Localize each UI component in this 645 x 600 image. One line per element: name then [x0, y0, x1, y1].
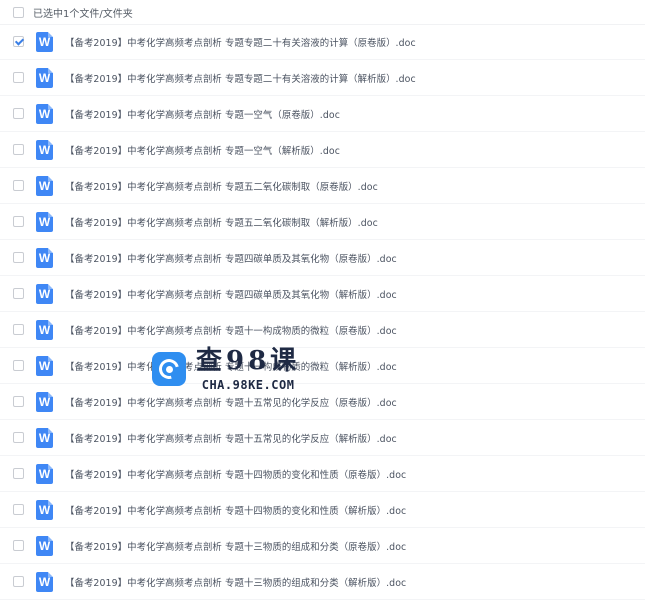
watermark-url: CHA.98KE.COM	[201, 378, 295, 392]
file-name[interactable]: 【备考2019】中考化学高频考点剖析 专题十五常见的化学反应（解析版）.doc	[65, 431, 397, 445]
word-doc-icon: W	[36, 535, 53, 556]
word-doc-icon: W	[36, 499, 53, 520]
word-doc-icon: W	[36, 175, 53, 196]
file-checkbox[interactable]	[13, 144, 24, 155]
file-name[interactable]: 【备考2019】中考化学高频考点剖析 专题四碳单质及其氧化物（解析版）.doc	[65, 287, 397, 301]
file-checkbox[interactable]	[13, 180, 24, 191]
file-name[interactable]: 【备考2019】中考化学高频考点剖析 专题五二氧化碳制取（解析版）.doc	[65, 215, 378, 229]
file-row[interactable]: W 【备考2019】中考化学高频考点剖析 专题十四物质的变化和性质（原卷版）.do…	[0, 456, 645, 492]
file-name[interactable]: 【备考2019】中考化学高频考点剖析 专题十四物质的变化和性质（原卷版）.doc	[65, 467, 406, 481]
file-checkbox[interactable]	[13, 576, 24, 587]
file-checkbox[interactable]	[13, 72, 24, 83]
file-row[interactable]: W 【备考2019】中考化学高频考点剖析 专题十一构成物质的微粒（解析版）.doc	[0, 348, 645, 384]
watermark: 查98课 CHA.98KE.COM	[152, 346, 300, 392]
file-checkbox[interactable]	[13, 36, 24, 47]
file-checkbox[interactable]	[13, 288, 24, 299]
file-checkbox[interactable]	[13, 252, 24, 263]
file-row[interactable]: W 【备考2019】中考化学高频考点剖析 专题四碳单质及其氧化物（解析版）.doc	[0, 276, 645, 312]
word-doc-icon: W	[36, 391, 53, 412]
word-doc-icon: W	[36, 31, 53, 52]
file-name[interactable]: 【备考2019】中考化学高频考点剖析 专题专题二十有关溶液的计算（原卷版）.do…	[65, 35, 416, 49]
word-doc-icon: W	[36, 571, 53, 592]
file-checkbox[interactable]	[13, 432, 24, 443]
file-row[interactable]: W 【备考2019】中考化学高频考点剖析 专题一空气（解析版）.doc	[0, 132, 645, 168]
file-list: W 【备考2019】中考化学高频考点剖析 专题专题二十有关溶液的计算（原卷版）.d…	[0, 24, 645, 600]
file-row[interactable]: W 【备考2019】中考化学高频考点剖析 专题十一构成物质的微粒（原卷版）.doc	[0, 312, 645, 348]
word-doc-icon: W	[36, 355, 53, 376]
file-checkbox[interactable]	[13, 468, 24, 479]
file-row[interactable]: W 【备考2019】中考化学高频考点剖析 专题五二氧化碳制取（解析版）.doc	[0, 204, 645, 240]
file-row[interactable]: W 【备考2019】中考化学高频考点剖析 专题专题二十有关溶液的计算（原卷版）.d…	[0, 24, 645, 60]
word-doc-icon: W	[36, 463, 53, 484]
file-row[interactable]: W 【备考2019】中考化学高频考点剖析 专题十五常见的化学反应（解析版）.doc	[0, 420, 645, 456]
file-checkbox[interactable]	[13, 108, 24, 119]
selection-status-text: 已选中1个文件/文件夹	[33, 8, 133, 20]
file-checkbox[interactable]	[13, 360, 24, 371]
file-checkbox[interactable]	[13, 540, 24, 551]
file-row[interactable]: W 【备考2019】中考化学高频考点剖析 专题十五常见的化学反应（原卷版）.doc	[0, 384, 645, 420]
file-checkbox[interactable]	[13, 504, 24, 515]
file-name[interactable]: 【备考2019】中考化学高频考点剖析 专题十三物质的组成和分类（原卷版）.doc	[65, 539, 406, 553]
file-row[interactable]: W 【备考2019】中考化学高频考点剖析 专题专题二十有关溶液的计算（解析版）.d…	[0, 60, 645, 96]
file-row[interactable]: W 【备考2019】中考化学高频考点剖析 专题五二氧化碳制取（原卷版）.doc	[0, 168, 645, 204]
file-name[interactable]: 【备考2019】中考化学高频考点剖析 专题专题二十有关溶液的计算（解析版）.do…	[65, 71, 416, 85]
word-doc-icon: W	[36, 103, 53, 124]
file-row[interactable]: W 【备考2019】中考化学高频考点剖析 专题十三物质的组成和分类（解析版）.do…	[0, 564, 645, 600]
file-name[interactable]: 【备考2019】中考化学高频考点剖析 专题一空气（原卷版）.doc	[65, 107, 340, 121]
file-name[interactable]: 【备考2019】中考化学高频考点剖析 专题十五常见的化学反应（原卷版）.doc	[65, 395, 397, 409]
word-doc-icon: W	[36, 211, 53, 232]
word-doc-icon: W	[36, 139, 53, 160]
file-row[interactable]: W 【备考2019】中考化学高频考点剖析 专题十四物质的变化和性质（解析版）.do…	[0, 492, 645, 528]
word-doc-icon: W	[36, 247, 53, 268]
file-row[interactable]: W 【备考2019】中考化学高频考点剖析 专题十三物质的组成和分类（原卷版）.do…	[0, 528, 645, 564]
watermark-title: 查98课	[196, 346, 301, 376]
word-doc-icon: W	[36, 67, 53, 88]
file-checkbox[interactable]	[13, 396, 24, 407]
file-name[interactable]: 【备考2019】中考化学高频考点剖析 专题十三物质的组成和分类（解析版）.doc	[65, 575, 406, 589]
file-name[interactable]: 【备考2019】中考化学高频考点剖析 专题十四物质的变化和性质（解析版）.doc	[65, 503, 406, 517]
file-name[interactable]: 【备考2019】中考化学高频考点剖析 专题一空气（解析版）.doc	[65, 143, 340, 157]
file-name[interactable]: 【备考2019】中考化学高频考点剖析 专题五二氧化碳制取（原卷版）.doc	[65, 179, 378, 193]
word-doc-icon: W	[36, 283, 53, 304]
watermark-logo-icon	[152, 352, 186, 386]
word-doc-icon: W	[36, 319, 53, 340]
file-checkbox[interactable]	[13, 216, 24, 227]
select-all-checkbox[interactable]	[13, 6, 24, 18]
file-checkbox[interactable]	[13, 324, 24, 335]
file-row[interactable]: W 【备考2019】中考化学高频考点剖析 专题一空气（原卷版）.doc	[0, 96, 645, 132]
selection-header: 已选中1个文件/文件夹	[0, 0, 645, 25]
word-doc-icon: W	[36, 427, 53, 448]
file-name[interactable]: 【备考2019】中考化学高频考点剖析 专题四碳单质及其氧化物（原卷版）.doc	[65, 251, 397, 265]
file-name[interactable]: 【备考2019】中考化学高频考点剖析 专题十一构成物质的微粒（原卷版）.doc	[65, 323, 397, 337]
file-row[interactable]: W 【备考2019】中考化学高频考点剖析 专题四碳单质及其氧化物（原卷版）.doc	[0, 240, 645, 276]
